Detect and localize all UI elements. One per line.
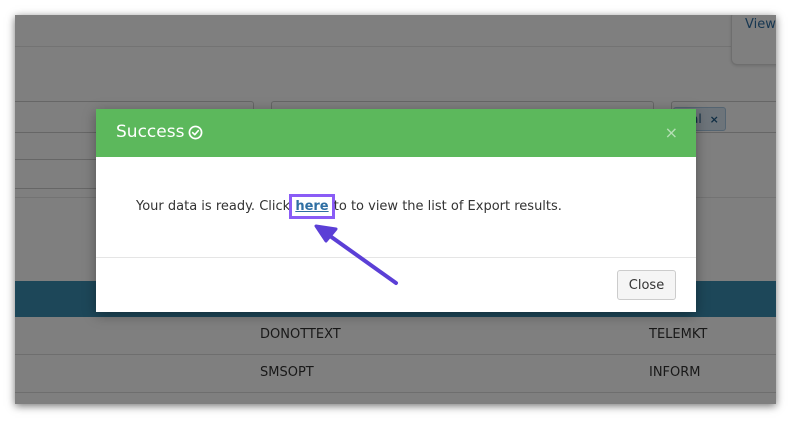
modal-title: Success	[116, 122, 203, 142]
here-link[interactable]: here	[289, 194, 335, 219]
check-circle-icon	[189, 125, 203, 139]
screenshot-frame: View obal × e DONOTTEXT TELEMKT SMSOPT I…	[15, 15, 776, 404]
modal-footer: Close	[96, 257, 696, 312]
message-text-before: Your data is ready. Click	[136, 199, 295, 214]
modal-header: Success ×	[96, 109, 696, 157]
modal-body: Your data is ready. Click here to to vie…	[96, 157, 696, 257]
close-button[interactable]: Close	[617, 270, 676, 300]
close-icon[interactable]: ×	[665, 123, 678, 142]
modal-title-text: Success	[116, 122, 185, 142]
message-text-after: to to view the list of Export results.	[329, 199, 562, 214]
success-modal: Success × Your data is ready. Click here…	[96, 109, 696, 312]
success-message: Your data is ready. Click here to to vie…	[136, 194, 562, 219]
